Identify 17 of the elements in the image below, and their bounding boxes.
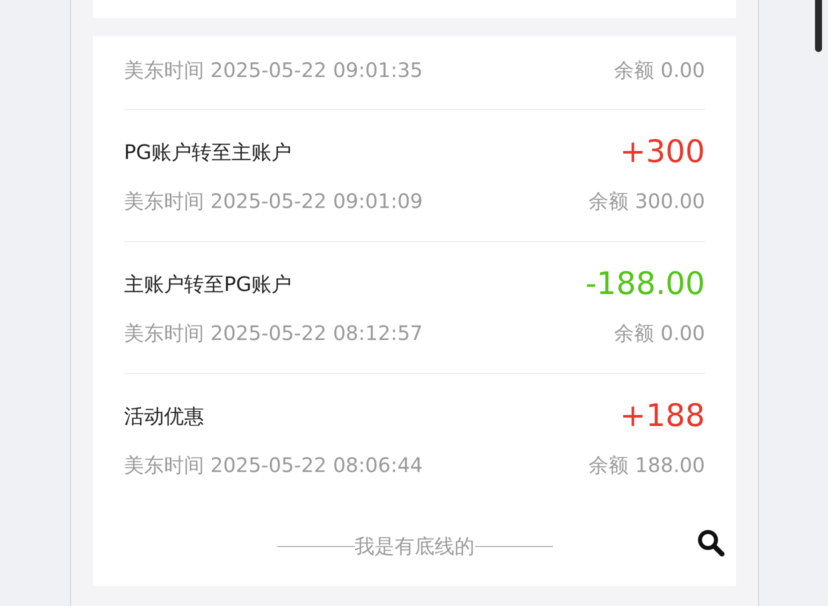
transaction-time: 美东时间 2025-05-22 09:01:35 <box>124 57 423 84</box>
balance: 余额 300.00 <box>588 188 705 215</box>
balance: 余额 0.00 <box>614 57 705 84</box>
transaction-title: 活动优惠 <box>124 403 204 430</box>
transaction-time: 美东时间 2025-05-22 08:12:57 <box>124 320 423 347</box>
transaction-title: 主账户转至PG账户 <box>124 271 292 298</box>
scrollbar[interactable] <box>815 0 822 52</box>
balance: 余额 0.00 <box>614 320 705 347</box>
amount: +188 <box>620 400 705 432</box>
balance: 余额 188.00 <box>588 452 705 479</box>
transaction-time: 美东时间 2025-05-22 08:06:44 <box>124 452 423 479</box>
end-of-list-text: 我是有底线的 <box>354 533 474 560</box>
amount: -188.00 <box>585 268 705 300</box>
search-icon <box>697 529 725 557</box>
transaction-time: 美东时间 2025-05-22 09:01:09 <box>124 188 423 215</box>
amount: +300 <box>620 136 705 168</box>
transaction-title: PG账户转至主账户 <box>124 139 292 166</box>
